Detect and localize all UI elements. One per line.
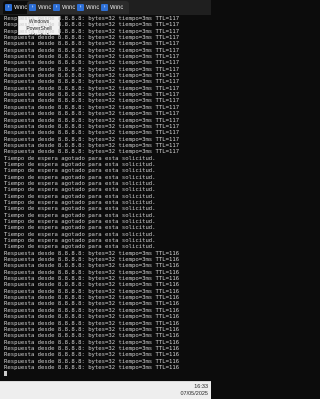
text-cursor [4,371,7,377]
powershell-icon: › [53,4,60,11]
system-clock[interactable]: 16:33 07/05/2025 [180,384,208,397]
clock-date: 07/05/2025 [180,390,208,397]
tab-label: Winc [86,4,100,11]
tab-label: Winc [62,4,76,11]
tab-label: Winc [38,4,52,11]
terminal-output[interactable]: Respuesta desde 8.8.8.8: bytes=32 tiempo… [0,16,211,379]
powershell-icon: › [101,4,108,11]
terminal-tab[interactable]: › Winc [99,1,129,14]
powershell-icon: › [5,4,12,11]
tab-label: Winc [14,4,28,11]
tab-label: Winc [110,4,124,11]
title-bar: › Winc › Winc › Winc › Winc › Winc [0,0,211,15]
console-prompt[interactable] [4,371,211,377]
powershell-icon: › [29,4,36,11]
powershell-icon: › [77,4,84,11]
taskbar: 16:33 07/05/2025 [0,381,211,399]
